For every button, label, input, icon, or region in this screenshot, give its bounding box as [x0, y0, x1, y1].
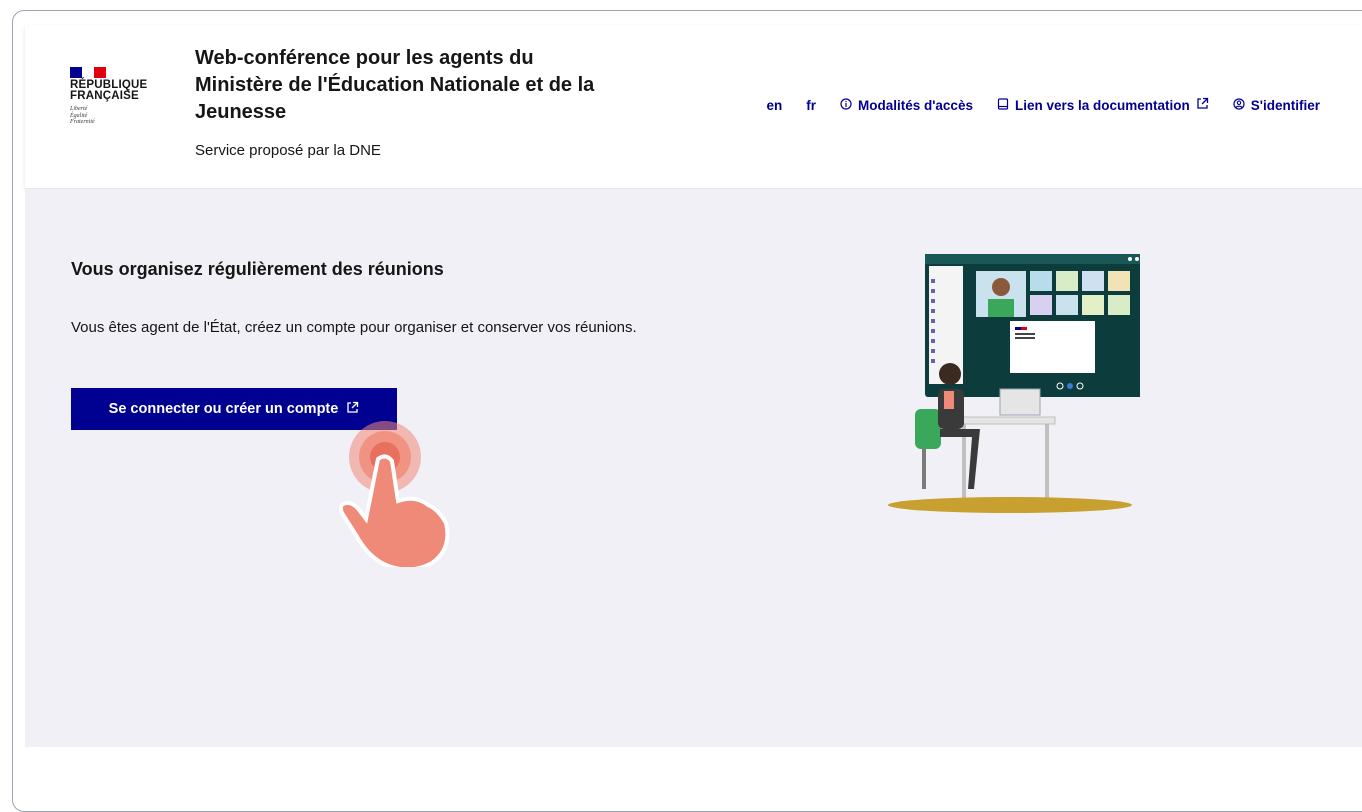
logo-motto: Liberté Égalité Fraternité [70, 106, 165, 126]
service-title[interactable]: Web-conférence pour les agents du Minist… [195, 45, 625, 126]
cta-label: Se connecter ou créer un compte [108, 401, 339, 417]
main-content: Vous organisez régulièrement des réunion… [25, 189, 1362, 747]
documentation-link[interactable]: Lien vers la documentation [997, 97, 1209, 113]
book-icon [997, 97, 1009, 113]
lang-fr-link[interactable]: fr [806, 98, 816, 113]
external-link-icon [1196, 97, 1209, 113]
info-icon [840, 97, 852, 113]
service-tagline: Service proposé par la DNE [195, 142, 381, 159]
lang-en-link[interactable]: en [766, 98, 782, 113]
login-label: S'identifier [1250, 97, 1320, 113]
marianne-flag-icon [70, 67, 106, 78]
lang-en-label: en [766, 97, 783, 113]
access-conditions-label: Modalités d'accès [857, 97, 973, 113]
site-header: RÉPUBLIQUE FRANÇAISE Liberté Égalité Fra… [25, 25, 1362, 189]
documentation-label: Lien vers la documentation [1014, 97, 1190, 113]
logo-line-2: FRANÇAISE [70, 90, 139, 102]
republique-francaise-logo[interactable]: RÉPUBLIQUE FRANÇAISE Liberté Égalité Fra… [70, 67, 165, 167]
access-conditions-link[interactable]: Modalités d'accès [840, 98, 973, 113]
section-lead: Vous êtes agent de l'État, créez un comp… [71, 319, 637, 336]
videoconference-illustration [888, 254, 1140, 513]
tap-hand-icon [338, 421, 450, 567]
lang-fr-label: fr [806, 97, 816, 113]
user-circle-icon [1233, 97, 1245, 113]
external-link-icon [346, 401, 359, 418]
login-link[interactable]: S'identifier [1233, 98, 1320, 113]
header-tools: en fr Modalités d'accès Lien vers la doc… [742, 97, 1320, 113]
motto-fraternite: Fraternité [70, 119, 95, 125]
section-heading: Vous organisez régulièrement des réunion… [71, 259, 444, 279]
